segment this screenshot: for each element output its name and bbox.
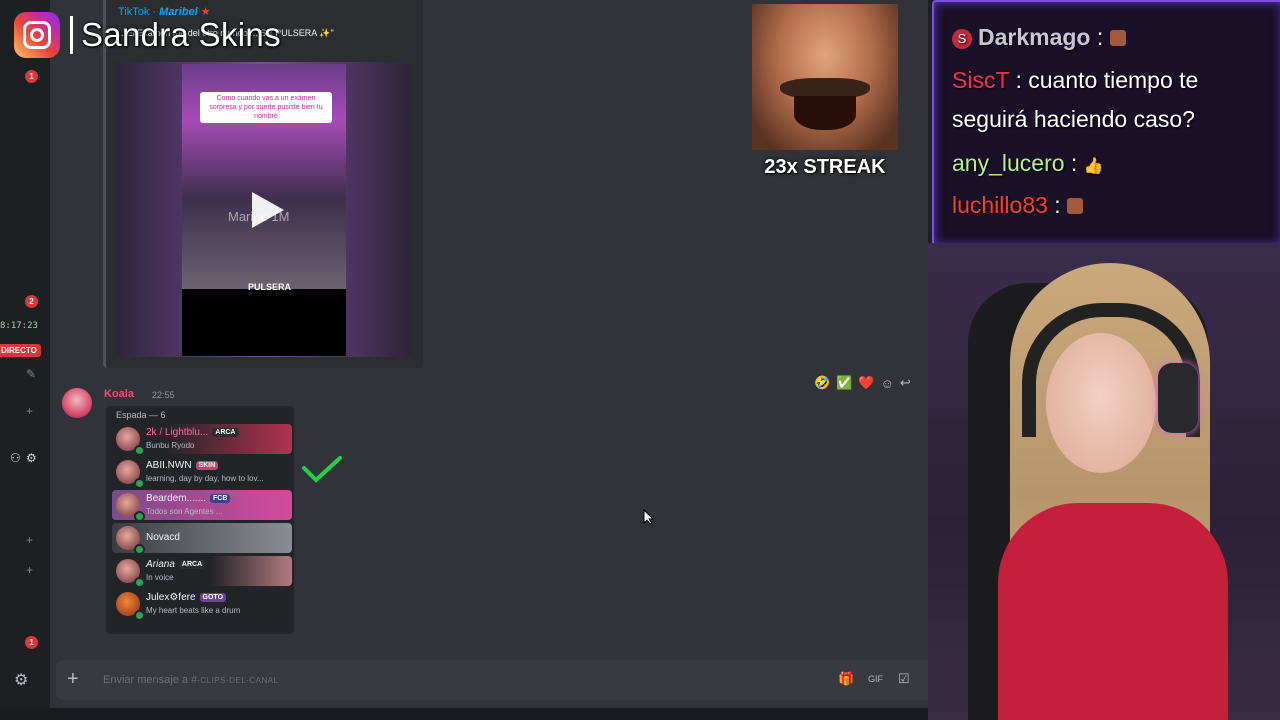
- reply-icon[interactable]: ↩: [900, 375, 911, 391]
- webcam-feed: [928, 243, 1280, 720]
- member-row: Ariana ARCA In voice: [112, 556, 292, 588]
- headset-earcup: [1158, 363, 1198, 433]
- gear-icon[interactable]: ⚙: [14, 670, 28, 690]
- mod-badge-icon: S: [952, 29, 972, 49]
- message-input[interactable]: Enviar mensaje a #-CLIPS-DEL-CANAL: [103, 674, 279, 686]
- member-status: My heart beats like a drum: [146, 606, 241, 615]
- stream-chat-overlay: S Darkmago : SiscT : cuanto tiempo te seg…: [932, 0, 1280, 247]
- member-tag: SKIN: [195, 461, 219, 470]
- chat-line: SiscT : cuanto tiempo te: [952, 67, 1199, 93]
- add-reaction-icon[interactable]: ☺: [881, 376, 894, 391]
- streamer-top: [998, 503, 1228, 720]
- online-status-icon: [134, 445, 145, 456]
- notification-badge: 1: [25, 70, 38, 83]
- emote-icon: [1109, 30, 1126, 46]
- member-name: 2k / Lightblu... ARCA: [146, 427, 239, 438]
- chat-line: luchillo83 :: [952, 192, 1084, 219]
- chat-username: Darkmago: [978, 24, 1091, 50]
- mute-icon[interactable]: ✎: [26, 367, 36, 381]
- notification-badge: 2: [25, 295, 38, 308]
- message-timestamp: 22:55: [152, 390, 175, 400]
- chat-line: any_lucero : 👍: [952, 150, 1104, 176]
- member-status: Todos son Agentes ...: [146, 507, 223, 516]
- gear-icon[interactable]: ⚙: [26, 451, 37, 465]
- add-channel-icon[interactable]: +: [26, 533, 33, 547]
- member-name: Ariana ARCA: [146, 559, 206, 570]
- chat-text: cuanto tiempo te: [1028, 67, 1199, 93]
- instagram-icon: [14, 12, 60, 58]
- overlay-separator: [70, 16, 73, 54]
- chat-text: seguirá haciendo caso?: [952, 106, 1195, 132]
- mouse-cursor-icon: [643, 509, 655, 525]
- add-server-icon[interactable]: +: [26, 404, 33, 418]
- member-status: learning, day by day, how to lov...: [146, 474, 264, 483]
- member-row: Julex⚙fere GOTO My heart beats like a dru…: [112, 589, 292, 621]
- chat-username: SiscT: [952, 67, 1010, 93]
- member-name: Novacd: [146, 532, 180, 543]
- chat-username: any_lucero: [952, 150, 1065, 176]
- video-frame: Como cuando vas a un exámen sorpresa y p…: [182, 64, 346, 292]
- bottom-bar: [0, 708, 928, 720]
- add-attachment-icon[interactable]: +: [67, 668, 79, 691]
- video-caption: Como cuando vas a un exámen sorpresa y p…: [200, 92, 332, 123]
- emote-icon: [1067, 198, 1084, 214]
- member-tag: FCB: [210, 494, 231, 503]
- member-row: Beardem....... FCB Todos son Agentes ...: [112, 490, 292, 522]
- member-row: ABII.NWN SKIN learning, day by day, how t…: [112, 457, 292, 489]
- member-name: ABII.NWN SKIN: [146, 460, 219, 471]
- instagram-handle: Sandra Skins: [81, 16, 281, 53]
- member-name: Julex⚙fere GOTO: [146, 592, 227, 603]
- message-composer[interactable]: + Enviar mensaje a #-CLIPS-DEL-CANAL 🎁 G…: [56, 660, 928, 700]
- member-row: 2k / Lightblu... ARCA Bunbu Ryodo: [112, 424, 292, 456]
- live-badge: DIRECTO: [0, 344, 41, 357]
- member-category: Espada — 6: [116, 410, 166, 420]
- green-checkmark-drawing: [302, 456, 342, 483]
- instagram-overlay: Sandra Skins: [14, 12, 281, 58]
- streak-label: 23x STREAK: [764, 156, 886, 178]
- online-status-icon: [134, 544, 145, 555]
- online-status-icon: [134, 511, 145, 522]
- add-channel-icon[interactable]: +: [26, 563, 33, 577]
- avatar[interactable]: [62, 388, 92, 418]
- member-status: In voice: [146, 573, 174, 582]
- laughing-man-image: [752, 4, 898, 150]
- chat-line: S Darkmago :: [952, 24, 1126, 51]
- add-friend-icon[interactable]: ⚇: [10, 451, 21, 465]
- member-tag: GOTO: [199, 593, 227, 602]
- member-tag: ARCA: [212, 428, 239, 437]
- gif-icon[interactable]: GIF: [868, 674, 883, 684]
- play-icon[interactable]: [252, 192, 284, 228]
- online-status-icon: [134, 577, 145, 588]
- streak-overlay: 23x STREAK: [752, 4, 898, 194]
- notification-badge: 1: [25, 636, 38, 649]
- chat-username: luchillo83: [952, 192, 1048, 218]
- sticker-icon[interactable]: ☑: [898, 671, 910, 687]
- member-tag: ARCA: [178, 560, 206, 569]
- chat-text: 👍: [1083, 158, 1104, 175]
- member-list-image[interactable]: Espada — 6 2k / Lightblu... ARCA Bunbu Ry…: [106, 406, 342, 634]
- member-row: Novacd: [112, 523, 292, 555]
- chat-message: Koala 22:55 Espada — 6 2k / Lightblu... A…: [52, 384, 876, 639]
- gift-icon[interactable]: 🎁: [838, 671, 854, 687]
- stream-timer: 8:17:23: [0, 321, 38, 331]
- online-status-icon: [134, 478, 145, 489]
- video-bottom-text: PULSERA: [248, 282, 292, 292]
- member-name: Beardem....... FCB: [146, 493, 231, 504]
- video-player[interactable]: Como cuando vas a un exámen sorpresa y p…: [182, 64, 346, 356]
- member-status: Bunbu Ryodo: [146, 441, 195, 450]
- server-rail: 1 2 8:17:23 DIRECTO ✎ + ⚇ ⚙ + + 1: [0, 0, 50, 720]
- online-status-icon: [134, 610, 145, 621]
- message-author[interactable]: Koala: [104, 388, 134, 400]
- chat-line: seguirá haciendo caso?: [952, 106, 1195, 133]
